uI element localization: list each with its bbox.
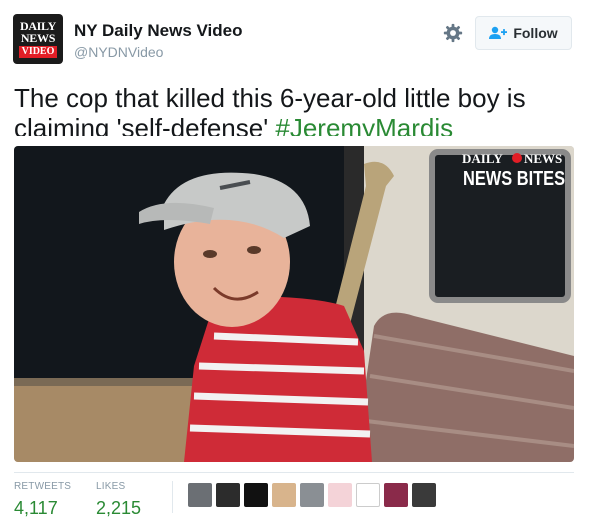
watermark-news: NEWS — [524, 151, 562, 166]
avatar-text-line3: VIDEO — [18, 46, 58, 58]
news-bites-watermark: DAILY NEWS NEWS BITES — [462, 151, 565, 190]
likes-count: 2,215 — [96, 498, 142, 518]
account-avatar[interactable]: DAILY NEWS VIDEO — [13, 14, 63, 64]
add-user-icon — [489, 26, 508, 39]
liker-avatar[interactable] — [300, 483, 324, 507]
retweets-count: 4,117 — [14, 498, 58, 518]
liker-avatar[interactable] — [216, 483, 240, 507]
retweets-stat[interactable]: RETWEETS 4,117 — [14, 481, 71, 519]
stats-separator — [172, 481, 173, 513]
liker-avatar[interactable] — [188, 483, 212, 507]
follow-label: Follow — [513, 25, 558, 41]
watermark-news-bites: NEWS BITES — [463, 168, 565, 190]
watermark-daily: DAILY — [462, 151, 503, 166]
account-name[interactable]: NY Daily News Video — [74, 21, 243, 41]
follow-button[interactable]: Follow — [475, 16, 572, 50]
liker-avatar[interactable] — [412, 483, 436, 507]
hashtag-link[interactable]: #JeremyMardis — [275, 113, 453, 136]
retweets-label: RETWEETS — [14, 481, 72, 492]
tweet-photo[interactable]: DAILY NEWS NEWS BITES — [14, 146, 574, 462]
account-handle[interactable]: @NYDNVideo — [74, 44, 163, 60]
liker-avatar[interactable] — [356, 483, 380, 507]
liker-avatar[interactable] — [272, 483, 296, 507]
liker-avatars — [188, 483, 436, 507]
likes-stat[interactable]: LIKES 2,215 — [96, 481, 141, 519]
gear-icon[interactable] — [442, 22, 464, 44]
tweet-text: The cop that killed this 6-year-old litt… — [14, 83, 574, 136]
avatar-text-line2: NEWS — [20, 31, 56, 45]
divider — [14, 472, 574, 473]
likes-label: LIKES — [96, 481, 126, 492]
photo-illustration: DAILY NEWS NEWS BITES — [14, 146, 574, 462]
liker-avatar[interactable] — [244, 483, 268, 507]
liker-avatar[interactable] — [384, 483, 408, 507]
liker-avatar[interactable] — [328, 483, 352, 507]
